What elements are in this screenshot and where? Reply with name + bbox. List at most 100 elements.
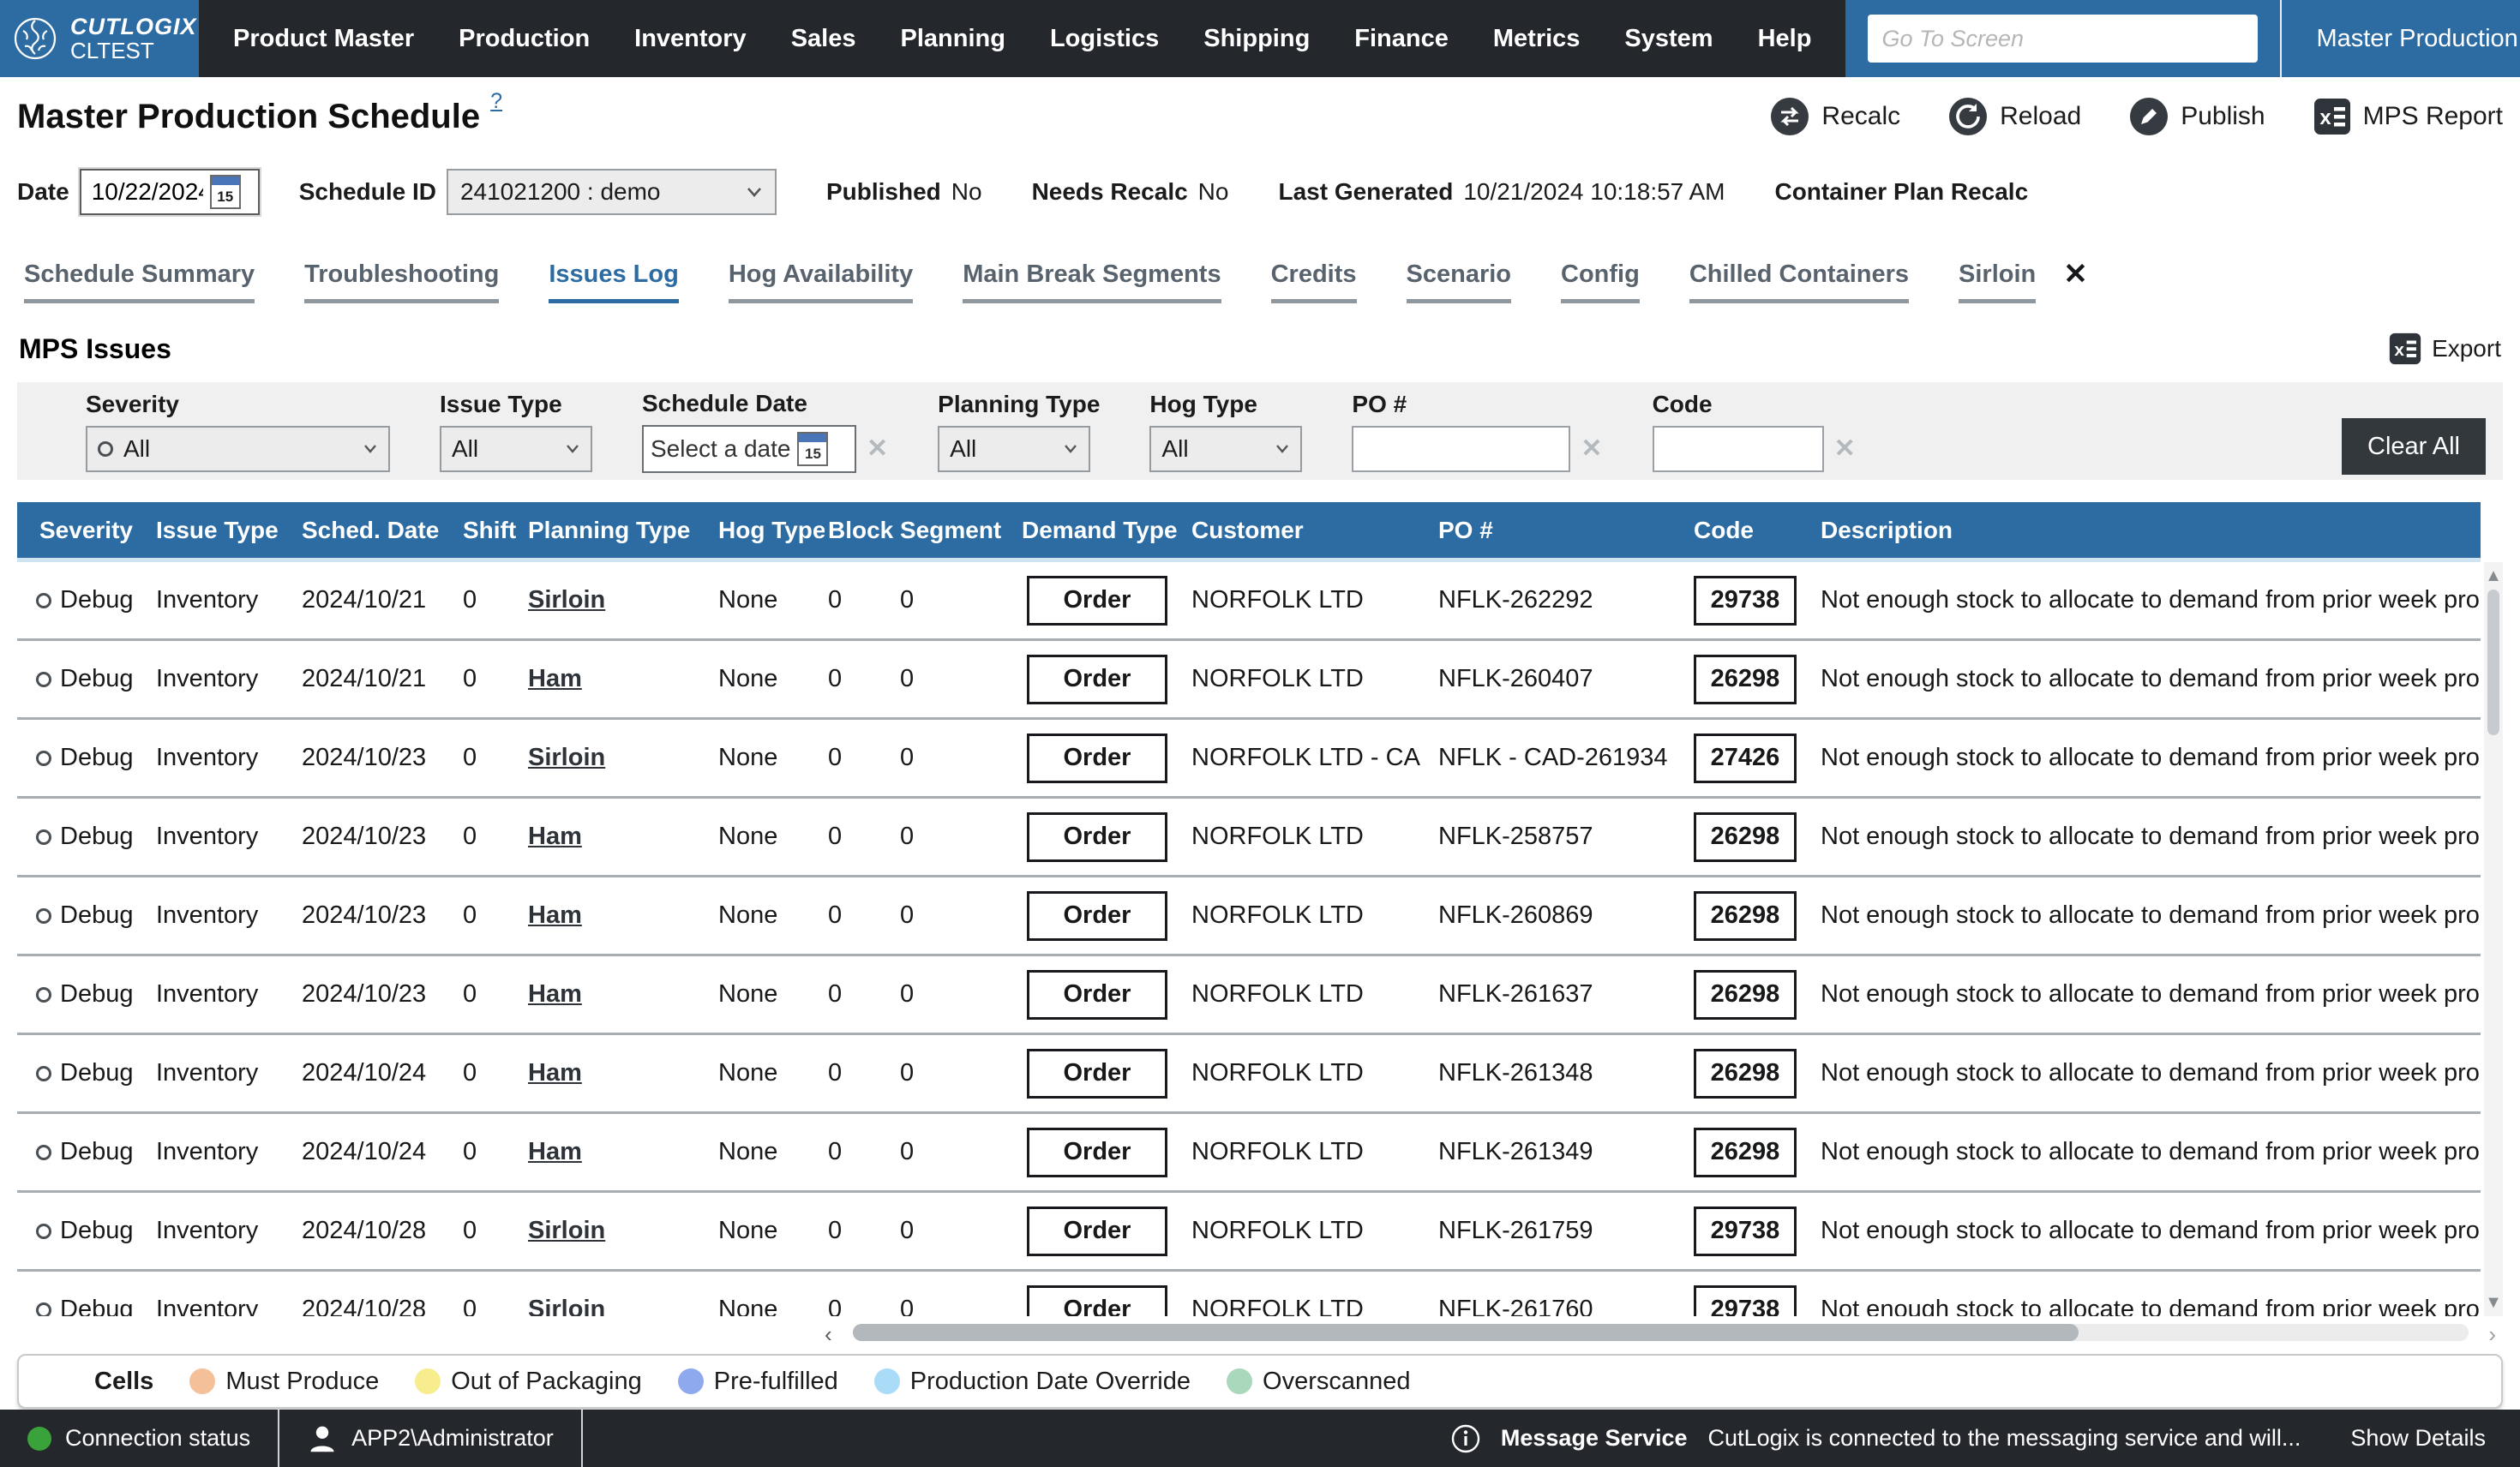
- column-header-planning-type[interactable]: Planning Type: [525, 517, 715, 544]
- code-button[interactable]: 29738: [1694, 1207, 1797, 1256]
- code-filter-input[interactable]: [1653, 426, 1824, 472]
- code-button[interactable]: 29738: [1694, 1285, 1797, 1317]
- recalc-button[interactable]: Recalc: [1770, 97, 1900, 136]
- planning-type-link[interactable]: Ham: [528, 1059, 715, 1087]
- column-header-customer[interactable]: Customer: [1188, 517, 1435, 544]
- scroll-left-icon[interactable]: ‹: [825, 1321, 832, 1348]
- order-button[interactable]: Order: [1027, 734, 1167, 783]
- order-button[interactable]: Order: [1027, 970, 1167, 1020]
- tab-issues-log[interactable]: Issues Log: [549, 260, 679, 303]
- nav-item-system[interactable]: System: [1624, 25, 1713, 53]
- code-button[interactable]: 29738: [1694, 576, 1797, 626]
- schedule-date-picker[interactable]: Select a date 15: [642, 425, 856, 473]
- order-button[interactable]: Order: [1027, 576, 1167, 626]
- planning-type-link[interactable]: Ham: [528, 1138, 715, 1166]
- nav-item-production[interactable]: Production: [459, 25, 590, 53]
- planning-type-link[interactable]: Ham: [528, 823, 715, 851]
- tab-hog-availability[interactable]: Hog Availability: [729, 260, 913, 303]
- po-filter-input[interactable]: [1352, 426, 1570, 472]
- scroll-up-icon[interactable]: ▲: [2485, 562, 2502, 590]
- planning-type-link[interactable]: Sirloin: [528, 1217, 715, 1245]
- schedule-id-select[interactable]: 241021200 : demo: [447, 169, 777, 215]
- planning-type-link[interactable]: Ham: [528, 665, 715, 693]
- clear-code-icon[interactable]: ✕: [1834, 434, 1856, 464]
- tab-main-break-segments[interactable]: Main Break Segments: [963, 260, 1221, 303]
- planning-type-link[interactable]: Ham: [528, 901, 715, 930]
- order-button[interactable]: Order: [1027, 1049, 1167, 1099]
- nav-item-metrics[interactable]: Metrics: [1493, 25, 1581, 53]
- date-input[interactable]: [92, 178, 203, 206]
- planning-type-link[interactable]: Sirloin: [528, 744, 715, 772]
- tab-troubleshooting[interactable]: Troubleshooting: [304, 260, 499, 303]
- code-button[interactable]: 26298: [1694, 970, 1797, 1020]
- help-link[interactable]: ?: [490, 89, 502, 114]
- code-button[interactable]: 27426: [1694, 734, 1797, 783]
- nav-item-inventory[interactable]: Inventory: [634, 25, 747, 53]
- vertical-scroll-thumb[interactable]: [2487, 590, 2499, 735]
- column-header-issue-type[interactable]: Issue Type: [153, 517, 298, 544]
- order-button[interactable]: Order: [1027, 1128, 1167, 1177]
- column-header-hog-type[interactable]: Hog Type: [715, 517, 825, 544]
- issue-type-filter-select[interactable]: All: [440, 426, 592, 472]
- planning-type-filter-select[interactable]: All: [938, 426, 1090, 472]
- code-button[interactable]: 26298: [1694, 812, 1797, 862]
- goto-screen-input[interactable]: [1868, 15, 2258, 63]
- scroll-down-icon[interactable]: ▼: [2485, 1289, 2502, 1316]
- tab-schedule-summary[interactable]: Schedule Summary: [24, 260, 255, 303]
- order-button[interactable]: Order: [1027, 1285, 1167, 1317]
- planning-type-link[interactable]: Sirloin: [528, 586, 715, 614]
- column-header-description[interactable]: Description: [1817, 517, 2481, 544]
- tab-config[interactable]: Config: [1561, 260, 1640, 303]
- export-button[interactable]: x Export: [2389, 332, 2501, 365]
- column-header-code[interactable]: Code: [1690, 517, 1817, 544]
- planning-type-link[interactable]: Sirloin: [528, 1296, 715, 1316]
- screen-selector[interactable]: Master Production Schedule: [2280, 0, 2520, 77]
- calendar-icon[interactable]: 15: [797, 432, 828, 466]
- horizontal-scrollbar[interactable]: ‹ ›: [17, 1321, 2503, 1345]
- severity-filter-select[interactable]: All: [86, 426, 390, 472]
- code-button[interactable]: 26298: [1694, 655, 1797, 704]
- column-header-po[interactable]: PO #: [1435, 517, 1690, 544]
- app-logo[interactable]: CUTLOGIX CLTEST: [0, 0, 199, 77]
- horizontal-scroll-track[interactable]: [853, 1324, 2469, 1341]
- order-button[interactable]: Order: [1027, 891, 1167, 941]
- nav-item-shipping[interactable]: Shipping: [1203, 25, 1310, 53]
- column-header-severity[interactable]: Severity: [17, 517, 153, 544]
- vertical-scrollbar[interactable]: ▲ ▼: [2484, 562, 2503, 1316]
- code-button[interactable]: 26298: [1694, 891, 1797, 941]
- nav-item-help[interactable]: Help: [1758, 25, 1812, 53]
- clear-all-button[interactable]: Clear All: [2342, 418, 2486, 475]
- code-button[interactable]: 26298: [1694, 1128, 1797, 1177]
- column-header-sched-date[interactable]: Sched. Date: [298, 517, 459, 544]
- publish-button[interactable]: Publish: [2129, 97, 2265, 136]
- reload-button[interactable]: Reload: [1948, 97, 2081, 136]
- nav-item-finance[interactable]: Finance: [1354, 25, 1449, 53]
- order-button[interactable]: Order: [1027, 655, 1167, 704]
- planning-type-link[interactable]: Ham: [528, 980, 715, 1009]
- horizontal-scroll-thumb[interactable]: [853, 1324, 2079, 1341]
- tab-close-icon[interactable]: ✕: [2063, 257, 2088, 303]
- tab-credits[interactable]: Credits: [1271, 260, 1357, 303]
- order-button[interactable]: Order: [1027, 812, 1167, 862]
- scroll-right-icon[interactable]: ›: [2488, 1321, 2496, 1348]
- nav-item-sales[interactable]: Sales: [791, 25, 856, 53]
- tab-chilled-containers[interactable]: Chilled Containers: [1689, 260, 1909, 303]
- tab-scenario[interactable]: Scenario: [1407, 260, 1512, 303]
- hog-type-filter-select[interactable]: All: [1149, 426, 1302, 472]
- mps-report-button[interactable]: x MPS Report: [2313, 98, 2503, 135]
- segment-cell: 0: [897, 901, 1018, 930]
- show-details-link[interactable]: Show Details: [2350, 1425, 2486, 1452]
- order-button[interactable]: Order: [1027, 1207, 1167, 1256]
- calendar-icon[interactable]: 15: [210, 175, 241, 209]
- column-header-shift[interactable]: Shift: [459, 517, 525, 544]
- tab-sirloin[interactable]: Sirloin: [1959, 260, 2036, 303]
- nav-item-logistics[interactable]: Logistics: [1050, 25, 1159, 53]
- code-button[interactable]: 26298: [1694, 1049, 1797, 1099]
- column-header-segment[interactable]: Segment: [897, 517, 1018, 544]
- clear-po-icon[interactable]: ✕: [1581, 434, 1602, 464]
- nav-item-planning[interactable]: Planning: [900, 25, 1005, 53]
- clear-date-icon[interactable]: ✕: [867, 434, 888, 464]
- column-header-block[interactable]: Block: [825, 517, 897, 544]
- column-header-demand-type[interactable]: Demand Type: [1018, 517, 1188, 544]
- nav-item-product-master[interactable]: Product Master: [233, 25, 414, 53]
